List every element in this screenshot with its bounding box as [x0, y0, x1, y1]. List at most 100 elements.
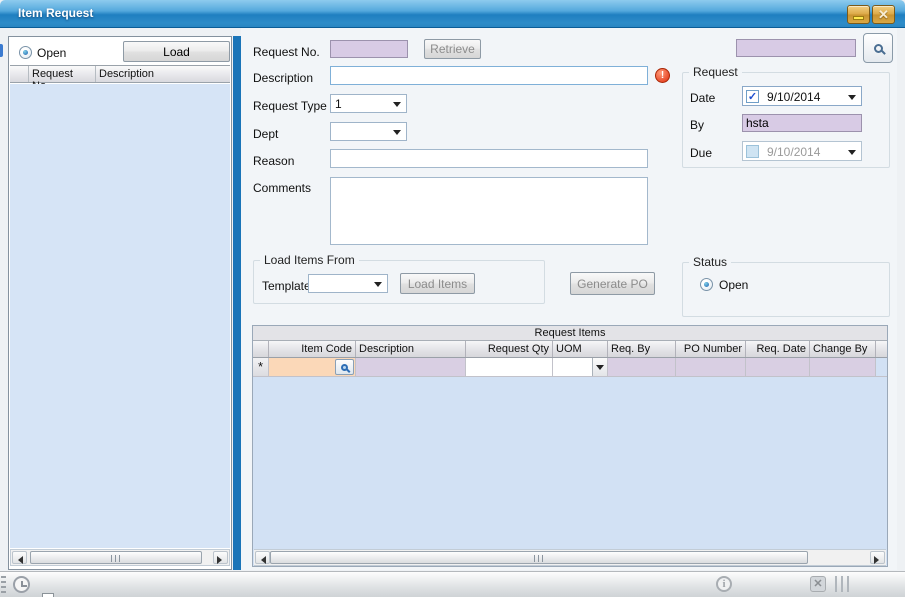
comments-textarea[interactable] [330, 177, 648, 245]
request-type-label: Request Type [253, 99, 327, 113]
reason-label: Reason [253, 154, 294, 168]
description-label: Description [253, 71, 313, 85]
req-by-column-header[interactable]: Req. By [608, 341, 676, 357]
statusbar: i ✕ + [0, 571, 905, 597]
open-filter-label: Open [37, 46, 66, 60]
scroll-left-arrow[interactable] [255, 551, 270, 564]
request-type-dropdown[interactable]: 1 [330, 94, 407, 113]
item-code-cell[interactable] [269, 358, 356, 377]
description-input[interactable] [330, 66, 648, 85]
load-items-button[interactable]: Load Items [400, 273, 475, 294]
print-icon[interactable] [38, 593, 58, 597]
chevron-down-icon [393, 130, 401, 135]
row-selector-header[interactable] [10, 66, 29, 82]
open-filter-radio[interactable] [19, 46, 32, 59]
request-qty-cell[interactable] [466, 358, 553, 377]
description-column-header[interactable]: Description [96, 66, 230, 82]
request-no-column-header[interactable]: Request No. [29, 66, 96, 82]
req-date-column-header[interactable]: Req. Date [746, 341, 810, 357]
chevron-down-icon [848, 95, 856, 100]
dept-dropdown[interactable] [330, 122, 407, 141]
item-lookup-button[interactable] [335, 359, 354, 375]
generate-po-button[interactable]: Generate PO [570, 272, 655, 295]
scroll-right-arrow[interactable] [213, 551, 228, 564]
new-item-row: * [253, 358, 887, 377]
po-number-column-header[interactable]: PO Number [676, 341, 746, 357]
req-by-cell [608, 358, 676, 377]
req-date-cell [746, 358, 810, 377]
by-label: By [690, 118, 704, 132]
quick-search-field[interactable] [736, 39, 856, 57]
validation-error-icon: ! [655, 68, 670, 83]
minimize-button[interactable] [847, 5, 870, 24]
docked-edge-artifact [0, 44, 3, 57]
uom-cell[interactable] [553, 358, 608, 377]
due-date-picker[interactable]: 9/10/2014 [742, 141, 862, 161]
description-column-header[interactable]: Description [356, 341, 466, 357]
request-items-caption: Request Items [253, 326, 887, 341]
filler-cell [876, 358, 887, 377]
uom-column-header[interactable]: UOM [553, 341, 608, 357]
delete-icon[interactable]: ✕ [810, 576, 826, 592]
due-label: Due [690, 146, 712, 160]
po-number-cell [676, 358, 746, 377]
chevron-down-icon [374, 282, 382, 287]
status-open-label: Open [719, 278, 748, 292]
scroll-right-arrow[interactable] [870, 551, 885, 564]
row-selector-header[interactable] [253, 341, 269, 357]
change-by-column-header[interactable]: Change By [810, 341, 876, 357]
uom-dropdown-button[interactable] [592, 358, 607, 376]
request-no-field [330, 40, 408, 58]
statusbar-grip[interactable] [1, 576, 6, 594]
titlebar[interactable]: Item Request ✕ [0, 0, 905, 28]
request-list-panel: Open Load Request No. Description [8, 36, 232, 570]
clock-icon[interactable] [13, 576, 30, 593]
comments-label: Comments [253, 181, 311, 195]
lookup-icon [341, 364, 348, 371]
window-title: Item Request [18, 6, 93, 20]
due-value: 9/10/2014 [767, 145, 820, 159]
date-picker[interactable]: ✓ 9/10/2014 [742, 86, 862, 106]
close-icon: ✕ [878, 8, 889, 21]
load-button[interactable]: Load [123, 41, 230, 62]
scrollbar-thumb[interactable] [30, 551, 202, 564]
scroll-left-arrow[interactable] [12, 551, 27, 564]
info-icon[interactable]: i [716, 576, 732, 592]
request-type-value: 1 [335, 97, 342, 111]
dept-label: Dept [253, 127, 278, 141]
date-checkbox[interactable]: ✓ [746, 90, 759, 103]
scrollbar-thumb[interactable] [270, 551, 808, 564]
request-group-title: Request [689, 65, 742, 79]
date-value: 9/10/2014 [767, 90, 820, 104]
items-hscrollbar[interactable] [254, 549, 886, 566]
chevron-down-icon [393, 102, 401, 107]
close-button[interactable]: ✕ [872, 5, 895, 24]
reason-input[interactable] [330, 149, 648, 168]
minimize-icon [853, 16, 864, 20]
request-no-label: Request No. [253, 45, 320, 59]
request-list-body[interactable] [10, 84, 230, 548]
by-field [742, 114, 862, 132]
chevron-down-icon [848, 150, 856, 155]
filler-column-header [876, 341, 887, 357]
due-checkbox[interactable] [746, 145, 759, 158]
template-dropdown[interactable] [308, 274, 388, 293]
status-group-title: Status [689, 255, 731, 269]
retrieve-button[interactable]: Retrieve [424, 39, 481, 59]
separator-bars [835, 576, 849, 592]
change-by-cell [810, 358, 876, 377]
new-row-marker[interactable]: * [253, 358, 269, 377]
status-open-radio[interactable] [700, 278, 713, 291]
request-list-hscrollbar[interactable] [10, 549, 230, 566]
request-list-header: Request No. Description [10, 65, 230, 83]
status-group: Status [682, 262, 890, 317]
search-button[interactable] [863, 33, 893, 63]
panel-splitter[interactable] [233, 36, 241, 570]
load-items-group-title: Load Items From [260, 253, 359, 267]
date-label: Date [690, 91, 715, 105]
request-qty-column-header[interactable]: Request Qty [466, 341, 553, 357]
template-label: Template [262, 279, 311, 293]
request-items-area: Request Items Item Code Description Requ… [252, 325, 888, 567]
description-cell[interactable] [356, 358, 466, 377]
item-code-column-header[interactable]: Item Code [269, 341, 356, 357]
